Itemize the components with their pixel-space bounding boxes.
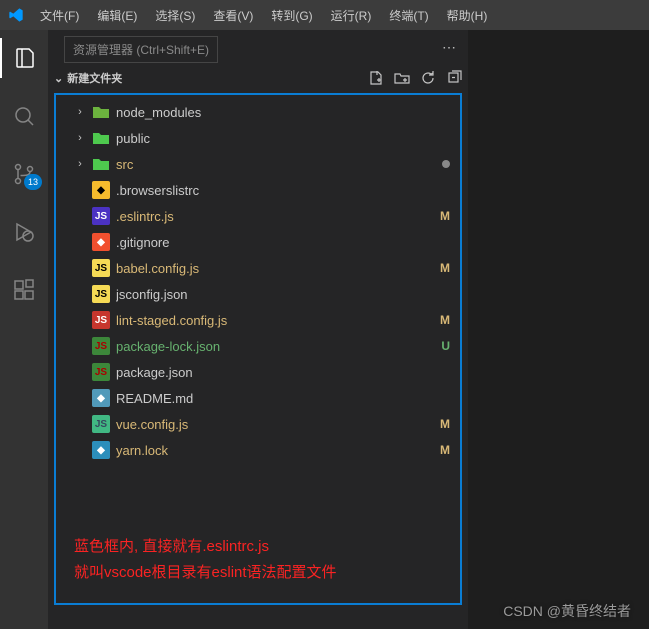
more-actions-icon[interactable]: ⋯	[442, 39, 458, 56]
watermark: CSDN @黄昏终结者	[503, 601, 631, 621]
sidebar: 资源管理器 (Ctrl+Shift+E) ⋯ ⌄ 新建文件夹 › node_mod…	[48, 30, 468, 629]
scm-badge: 13	[24, 174, 42, 190]
file-name: .eslintrc.js	[116, 209, 434, 224]
modified-dot-icon	[442, 160, 450, 168]
git-status-badge: M	[440, 443, 450, 457]
folder-icon	[92, 129, 110, 147]
file-row[interactable]: ›JSvue.config.jsM	[56, 411, 460, 437]
git-status-badge: M	[440, 209, 450, 223]
menu-item[interactable]: 帮助(H)	[439, 3, 496, 28]
source-control-icon[interactable]: 13	[0, 154, 48, 194]
file-row[interactable]: ›◆.gitignore	[56, 229, 460, 255]
file-row[interactable]: ›◆yarn.lockM	[56, 437, 460, 463]
file-name: jsconfig.json	[116, 287, 450, 302]
refresh-icon[interactable]	[420, 70, 436, 86]
file-name: .gitignore	[116, 235, 450, 250]
file-name: package-lock.json	[116, 339, 435, 354]
section-title: 新建文件夹	[67, 70, 122, 86]
file-type-icon: JS	[92, 259, 110, 277]
file-row[interactable]: ›JSbabel.config.jsM	[56, 255, 460, 281]
new-folder-icon[interactable]	[394, 70, 410, 86]
menu-item[interactable]: 查看(V)	[205, 3, 261, 28]
menu-item[interactable]: 文件(F)	[32, 3, 87, 28]
new-file-icon[interactable]	[368, 70, 384, 86]
file-name: lint-staged.config.js	[116, 313, 434, 328]
file-type-icon: ◆	[92, 441, 110, 459]
folder-row[interactable]: › src	[56, 151, 460, 177]
file-row[interactable]: ›◆README.md	[56, 385, 460, 411]
git-status-badge: M	[440, 313, 450, 327]
file-row[interactable]: ›JSpackage.json	[56, 359, 460, 385]
menu-item[interactable]: 转到(G)	[263, 3, 320, 28]
file-type-icon: JS	[92, 311, 110, 329]
file-row[interactable]: ›JS.eslintrc.jsM	[56, 203, 460, 229]
chevron-right-icon: ›	[74, 106, 86, 118]
annotation-text: 蓝色框内, 直接就有.eslintrc.js 就叫vscode根目录有eslin…	[74, 534, 337, 585]
file-row[interactable]: ›JSlint-staged.config.jsM	[56, 307, 460, 333]
folder-icon	[92, 103, 110, 121]
git-status-badge: M	[440, 261, 450, 275]
file-name: src	[116, 157, 436, 172]
file-type-icon: ◆	[92, 389, 110, 407]
file-name: vue.config.js	[116, 417, 434, 432]
explorer-tooltip: 资源管理器 (Ctrl+Shift+E)	[64, 36, 218, 63]
editor-area	[468, 30, 649, 629]
run-debug-icon[interactable]	[0, 212, 48, 252]
menu-item[interactable]: 选择(S)	[147, 3, 203, 28]
chevron-down-icon: ⌄	[54, 72, 63, 85]
file-name: .browserslistrc	[116, 183, 450, 198]
file-row[interactable]: ›◆.browserslistrc	[56, 177, 460, 203]
file-name: babel.config.js	[116, 261, 434, 276]
main-area: 13 资源管理器 (Ctrl+Shift+E) ⋯ ⌄ 新建文件夹	[0, 30, 649, 629]
vscode-logo-icon	[8, 7, 24, 23]
explorer-icon[interactable]	[0, 38, 48, 78]
file-row[interactable]: ›JSjsconfig.json	[56, 281, 460, 307]
section-header[interactable]: ⌄ 新建文件夹	[48, 65, 468, 91]
collapse-all-icon[interactable]	[446, 70, 462, 86]
chevron-right-icon: ›	[74, 158, 86, 170]
file-type-icon: JS	[92, 285, 110, 303]
search-icon[interactable]	[0, 96, 48, 136]
git-status-badge: U	[441, 339, 450, 353]
folder-icon	[92, 155, 110, 173]
file-type-icon: ◆	[92, 233, 110, 251]
file-type-icon: JS	[92, 207, 110, 225]
file-type-icon: JS	[92, 363, 110, 381]
file-row[interactable]: ›JSpackage-lock.jsonU	[56, 333, 460, 359]
file-name: yarn.lock	[116, 443, 434, 458]
git-status-badge: M	[440, 417, 450, 431]
file-tree: ›node_modules›public›src›◆.browserslistr…	[54, 93, 462, 605]
chevron-right-icon: ›	[74, 132, 86, 144]
activity-bar: 13	[0, 30, 48, 629]
file-type-icon: JS	[92, 415, 110, 433]
title-bar: 文件(F)编辑(E)选择(S)查看(V)转到(G)运行(R)终端(T)帮助(H)	[0, 0, 649, 30]
file-name: node_modules	[116, 105, 450, 120]
menu-item[interactable]: 编辑(E)	[89, 3, 145, 28]
extensions-icon[interactable]	[0, 270, 48, 310]
file-name: package.json	[116, 365, 450, 380]
folder-row[interactable]: › node_modules	[56, 99, 460, 125]
file-type-icon: JS	[92, 337, 110, 355]
folder-row[interactable]: › public	[56, 125, 460, 151]
menu-item[interactable]: 终端(T)	[381, 3, 436, 28]
file-name: public	[116, 131, 450, 146]
file-type-icon: ◆	[92, 181, 110, 199]
menu-item[interactable]: 运行(R)	[323, 3, 380, 28]
file-name: README.md	[116, 391, 450, 406]
